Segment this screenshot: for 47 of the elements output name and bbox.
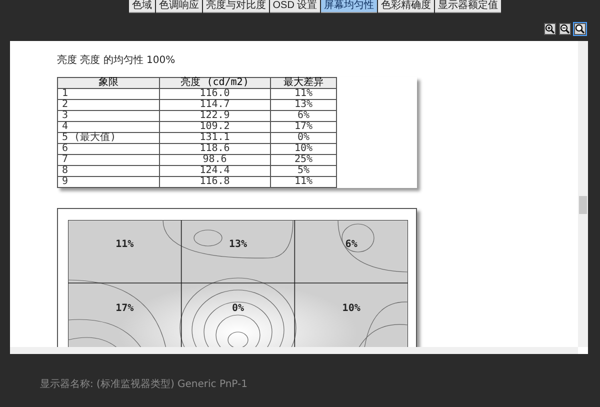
table-cell: 6% (270, 110, 336, 122)
zoom-fit-button[interactable] (574, 23, 586, 35)
table-cell: 1 (58, 88, 160, 100)
zoom-out-button[interactable] (559, 23, 571, 35)
uniformity-label: 17% (116, 303, 134, 314)
report-title: 亮度 亮度 的均匀性 100% (57, 54, 176, 67)
uniformity-label: 0% (232, 303, 244, 314)
table-cell: 11% (270, 88, 336, 100)
table-cell: 3 (58, 110, 160, 122)
column-header: 亮度 (cd/m2) (159, 78, 270, 88)
table-cell: 5 (最大值) (58, 132, 160, 144)
table-cell: 98.6 (159, 154, 270, 166)
scrollbar-thumb[interactable] (579, 196, 587, 214)
table-cell: 9 (58, 176, 160, 188)
table-cell: 7 (58, 154, 160, 166)
table-cell: 25% (270, 154, 336, 166)
table-cell: 2 (58, 100, 160, 110)
table-cell: 118.6 (159, 144, 270, 154)
column-header: 象限 (58, 78, 160, 88)
table-cell: 116.8 (159, 176, 270, 188)
table-cell: 109.2 (159, 122, 270, 132)
display-name-label: 显示器名称: (标准监视器类型) Generic PnP-1 (39, 378, 248, 391)
uniformity-label: 6% (345, 239, 358, 250)
tab[interactable]: 屏幕均匀性 (321, 0, 378, 13)
table-cell: 17% (270, 122, 336, 132)
uniformity-label: 11% (116, 239, 134, 250)
zoom-in-button[interactable] (544, 23, 556, 35)
table-cell: 114.7 (159, 100, 270, 110)
vertical-scrollbar[interactable] (578, 41, 588, 347)
table-cell: 6 (58, 144, 160, 154)
tab[interactable]: 色域 (128, 0, 155, 13)
table-cell: 5% (270, 166, 336, 176)
tab[interactable]: OSD 设置 (270, 0, 320, 13)
table-cell: 124.4 (159, 166, 270, 176)
table-cell: 4 (58, 122, 160, 132)
horizontal-scrollbar[interactable] (10, 347, 578, 354)
table-cell: 131.1 (159, 132, 270, 144)
table-cell: 13% (270, 100, 336, 110)
uniformity-label: 10% (342, 303, 360, 314)
table-cell: 0% (270, 132, 336, 144)
table-cell: 122.9 (159, 110, 270, 122)
table-cell: 10% (270, 144, 336, 154)
table-cell: 11% (270, 176, 336, 188)
table-cell: 116.0 (159, 88, 270, 100)
table-cell: 8 (58, 166, 160, 176)
column-header: 最大差异 (270, 78, 336, 88)
uniformity-label: 13% (228, 239, 248, 250)
